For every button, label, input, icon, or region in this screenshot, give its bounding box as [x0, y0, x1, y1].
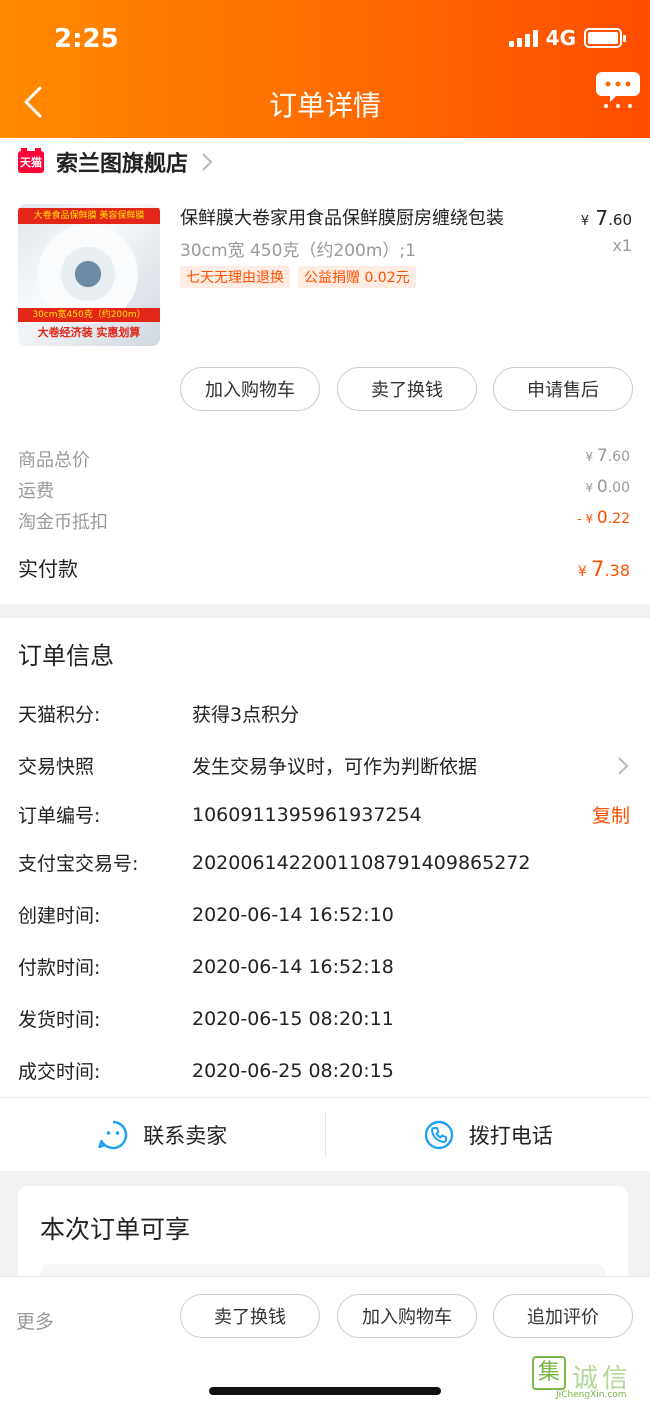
paid-amount-row: 实付款 ¥ 7.38 [18, 553, 630, 582]
watermark-url: JiChengXin.com [556, 1390, 627, 1400]
chevron-right-icon [618, 756, 629, 775]
contact-bar: 联系卖家 拨打电话 [0, 1097, 650, 1171]
more-menu-icon[interactable] [596, 66, 640, 110]
product-title[interactable]: 保鲜膜大卷家用食品保鲜膜厨房缠绕包装 [180, 204, 504, 230]
site-watermark: 集 诚信 JiChengXin.com [532, 1356, 644, 1400]
product-image-banner: 大卷食品保鲜膜 美容保鲜膜 [18, 208, 160, 224]
chevron-right-icon [202, 153, 213, 171]
more-button[interactable]: 更多 [16, 1307, 54, 1334]
watermark-logo-icon: 集 [532, 1356, 566, 1390]
status-time: 2:25 [54, 24, 119, 54]
fee-label: 商品总价 [18, 450, 90, 471]
product-spec: 30cm宽 450克（约200m）;1 [180, 241, 416, 261]
fee-label: 淘金币抵扣 [18, 512, 108, 533]
info-row-alipay-number: 支付宝交易号: 2020061422001108791409865272 [18, 851, 531, 876]
network-label: 4G [545, 26, 576, 50]
add-to-cart-button[interactable]: 加入购物车 [180, 367, 320, 411]
info-row-paid: 付款时间: 2020-06-14 16:52:18 [18, 955, 394, 980]
order-info-title: 订单信息 [18, 642, 114, 670]
fee-label: 运费 [18, 481, 54, 502]
info-row-points: 天猫积分: 获得3点积分 [18, 704, 300, 726]
resell-button[interactable]: 卖了换钱 [337, 367, 477, 411]
home-indicator[interactable] [209, 1387, 441, 1395]
battery-icon [584, 28, 626, 48]
tmall-icon: 天猫 [18, 148, 44, 173]
paid-value: ¥ 7.38 [577, 557, 630, 581]
product-tags: 七天无理由退换 公益捐赠 0.02元 [180, 266, 416, 288]
info-row-completed: 成交时间: 2020-06-25 08:20:15 [18, 1059, 394, 1084]
copy-button[interactable]: 复制 [592, 801, 630, 828]
promo-title: 本次订单可享 [40, 1215, 191, 1244]
call-phone-label: 拨打电话 [468, 1123, 553, 1148]
phone-icon [424, 1120, 453, 1149]
product-image-slogan: 大卷经济装 实惠划算 [37, 326, 141, 339]
call-phone-button[interactable]: 拨打电话 [326, 1098, 650, 1171]
shop-header[interactable]: 天猫 索兰图旗舰店 [18, 146, 214, 178]
product-quantity: x1 [612, 236, 632, 255]
after-sales-button[interactable]: 申请售后 [493, 367, 633, 411]
tag-return-policy: 七天无理由退换 [180, 266, 290, 288]
paid-label: 实付款 [18, 557, 78, 581]
info-row-created: 创建时间: 2020-06-14 16:52:10 [18, 903, 394, 928]
bottom-resell-button[interactable]: 卖了换钱 [180, 1294, 320, 1338]
info-row-shipped: 发货时间: 2020-06-15 08:20:11 [18, 1007, 394, 1032]
app-header: 2:25 4G 订单详情 [0, 0, 650, 138]
info-row-order-number: 订单编号: 1060911395961937254 复制 [18, 801, 630, 828]
signal-icon [508, 29, 538, 47]
product-image-spec: 30cm宽450克（约200m） [18, 308, 160, 322]
product-image[interactable]: 大卷食品保鲜膜 美容保鲜膜 30cm宽450克（约200m） 大卷经济装 实惠划… [18, 204, 160, 346]
add-review-button[interactable]: 追加评价 [493, 1294, 633, 1338]
fee-row-subtotal: 商品总价 ¥ 7.60 [18, 446, 630, 471]
contact-seller-button[interactable]: 联系卖家 [0, 1098, 325, 1171]
bottom-add-to-cart-button[interactable]: 加入购物车 [337, 1294, 477, 1338]
product-price: ¥ 7.60 [580, 206, 632, 230]
contact-seller-label: 联系卖家 [143, 1123, 228, 1148]
fee-row-shipping: 运费 ¥ 0.00 [18, 477, 630, 502]
chat-face-icon [98, 1120, 128, 1149]
info-row-snapshot[interactable]: 交易快照 发生交易争议时，可作为判断依据 [18, 752, 630, 779]
status-indicators: 4G [508, 26, 626, 50]
tag-charity: 公益捐赠 0.02元 [298, 266, 416, 288]
fee-row-coin-deduction: 淘金币抵扣 - ¥ 0.22 [18, 508, 630, 533]
page-title: 订单详情 [268, 89, 381, 122]
shop-name[interactable]: 索兰图旗舰店 [56, 146, 188, 178]
